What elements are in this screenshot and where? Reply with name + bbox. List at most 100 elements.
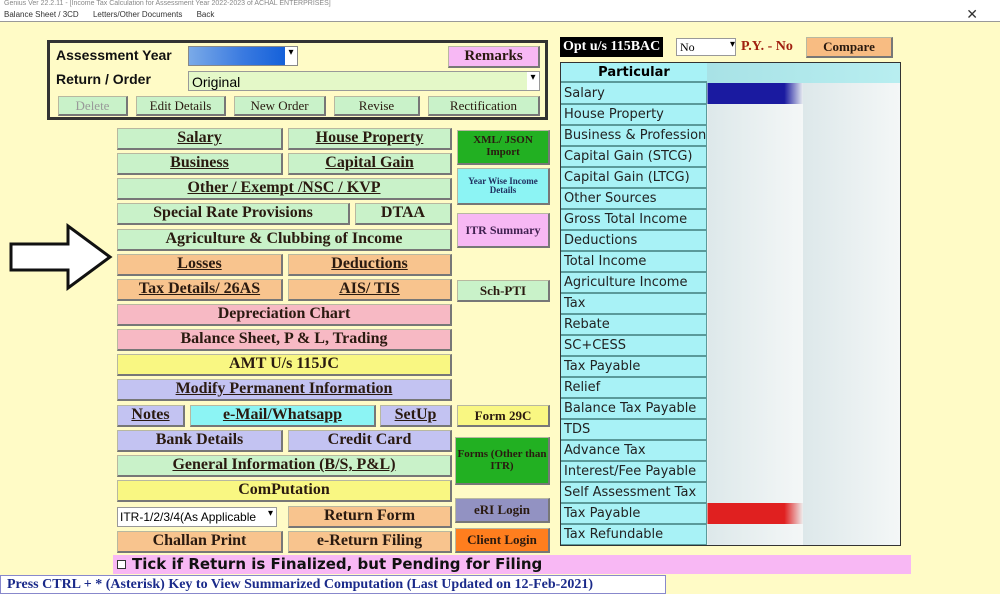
depreciation-chart-button[interactable]: Depreciation Chart — [117, 304, 452, 326]
modify-permanent-button[interactable]: Modify Permanent Information — [117, 379, 452, 401]
losses-button[interactable]: Losses — [117, 254, 283, 276]
row-value-current — [706, 356, 804, 377]
status-bar: Press CTRL + * (Asterisk) Key to View Su… — [0, 575, 666, 594]
chevron-down-icon: ▾ — [729, 39, 735, 50]
business-button[interactable]: Business — [117, 153, 283, 175]
row-label: Salary — [561, 83, 708, 105]
assessment-year-label: Assessment Year — [56, 47, 172, 63]
row-value-previous — [803, 356, 900, 377]
opt-115bac-value: No — [680, 40, 695, 54]
row-value-current — [706, 398, 804, 419]
balance-sheet-button[interactable]: Balance Sheet, P & L, Trading — [117, 329, 452, 351]
menu-letters[interactable]: Letters/Other Documents — [93, 10, 182, 19]
arrow-right-icon — [9, 223, 113, 291]
row-value-previous — [803, 461, 900, 482]
edit-details-button[interactable]: Edit Details — [136, 96, 226, 116]
row-value-previous — [803, 524, 900, 545]
delete-button[interactable]: Delete — [58, 96, 128, 116]
email-whatsapp-button[interactable]: e-Mail/Whatsapp — [190, 405, 376, 427]
row-value-current — [706, 482, 804, 503]
xml-json-import-button[interactable]: XML/ JSON Import — [457, 130, 550, 165]
summary-grid: Salary House Property Business & Professio… — [561, 83, 900, 545]
menu-back[interactable]: Back — [197, 10, 215, 19]
general-information-button[interactable]: General Information (B/S, P&L) — [117, 455, 452, 477]
row-value-previous — [803, 209, 900, 230]
table-row: Capital Gain (LTCG) — [561, 167, 900, 189]
row-label: Tax Payable — [561, 503, 708, 525]
ais-tis-button[interactable]: AIS/ TIS — [288, 279, 452, 301]
sch-pti-button[interactable]: Sch-PTI — [457, 280, 550, 302]
rectification-button[interactable]: Rectification — [428, 96, 540, 116]
row-label: Capital Gain (STCG) — [561, 146, 708, 168]
other-exempt-button[interactable]: Other / Exempt /NSC / KVP — [117, 178, 452, 200]
row-label: Tax Refundable — [561, 524, 708, 545]
assessment-panel: Assessment Year ▾ Remarks Return / Order… — [47, 40, 548, 120]
setup-button[interactable]: SetUp — [380, 405, 452, 427]
row-value-current — [706, 314, 804, 335]
amt-button[interactable]: AMT U/s 115JC — [117, 354, 452, 376]
row-label: Relief — [561, 377, 708, 399]
close-icon[interactable]: ✕ — [966, 6, 978, 23]
row-value-previous — [803, 419, 900, 440]
special-rate-button[interactable]: Special Rate Provisions — [117, 203, 350, 225]
row-value-previous — [803, 503, 900, 524]
eri-login-button[interactable]: eRI Login — [455, 498, 550, 523]
itr-form-select[interactable]: ITR-1/2/3/4(As Applicable ▾ — [117, 507, 277, 527]
bank-details-button[interactable]: Bank Details — [117, 430, 283, 452]
row-value-previous — [803, 482, 900, 503]
row-value-current — [706, 230, 804, 251]
menu-balance-sheet[interactable]: Balance Sheet / 3CD — [4, 10, 79, 19]
opt-115bac-select[interactable]: No ▾ — [676, 38, 736, 56]
return-order-value: Original — [192, 74, 241, 90]
table-row: SC+CESS — [561, 335, 900, 357]
finalized-label: Tick if Return is Finalized, but Pending… — [132, 555, 543, 573]
client-login-button[interactable]: Client Login — [455, 528, 550, 553]
opt-115bac-label: Opt u/s 115BAC — [560, 37, 664, 57]
remarks-button[interactable]: Remarks — [448, 46, 540, 68]
table-row: House Property — [561, 104, 900, 126]
finalized-checkbox[interactable] — [117, 560, 126, 569]
salary-button[interactable]: Salary — [117, 128, 283, 150]
year-wise-income-button[interactable]: Year Wise Income Details — [457, 168, 550, 205]
row-label: Interest/Fee Payable — [561, 461, 708, 483]
revise-button[interactable]: Revise — [334, 96, 420, 116]
row-value-current — [706, 503, 804, 524]
agriculture-button[interactable]: Agriculture & Clubbing of Income — [117, 229, 452, 251]
chevron-down-icon: ▾ — [527, 72, 539, 90]
table-row: Tax Refundable — [561, 524, 900, 545]
row-label: Tax Payable — [561, 356, 708, 378]
row-value-current — [706, 461, 804, 482]
row-value-current — [706, 209, 804, 230]
form-29c-button[interactable]: Form 29C — [457, 405, 550, 427]
return-order-select[interactable]: Original ▾ — [188, 71, 540, 91]
table-row: Balance Tax Payable — [561, 398, 900, 420]
summary-table: Particular Salary House Property Business … — [560, 62, 901, 546]
compare-button[interactable]: Compare — [806, 37, 893, 58]
notes-button[interactable]: Notes — [117, 405, 185, 427]
challan-print-button[interactable]: Challan Print — [117, 531, 283, 553]
row-label: TDS — [561, 419, 708, 441]
assessment-year-select[interactable]: ▾ — [188, 46, 298, 66]
capital-gain-button[interactable]: Capital Gain — [288, 153, 452, 175]
forms-other-button[interactable]: Forms (Other than ITR) — [455, 437, 550, 485]
row-label: Self Assessment Tax — [561, 482, 708, 504]
row-label: Capital Gain (LTCG) — [561, 167, 708, 189]
table-row: Deductions — [561, 230, 900, 252]
itr-summary-button[interactable]: ITR Summary — [457, 213, 550, 248]
row-label: Total Income — [561, 251, 708, 273]
deductions-button[interactable]: Deductions — [288, 254, 452, 276]
e-return-filing-button[interactable]: e-Return Filing — [288, 531, 452, 553]
row-value-previous — [803, 251, 900, 272]
table-row: Capital Gain (STCG) — [561, 146, 900, 168]
dtaa-button[interactable]: DTAA — [355, 203, 452, 225]
return-form-button[interactable]: Return Form — [288, 506, 452, 528]
new-order-button[interactable]: New Order — [234, 96, 326, 116]
row-value-previous — [803, 125, 900, 146]
house-property-button[interactable]: House Property — [288, 128, 452, 150]
tax-details-button[interactable]: Tax Details/ 26AS — [117, 279, 283, 301]
credit-card-button[interactable]: Credit Card — [288, 430, 452, 452]
table-row: Advance Tax — [561, 440, 900, 462]
row-label: SC+CESS — [561, 335, 708, 357]
computation-button[interactable]: ComPutation — [117, 480, 452, 502]
row-value-previous — [803, 293, 900, 314]
